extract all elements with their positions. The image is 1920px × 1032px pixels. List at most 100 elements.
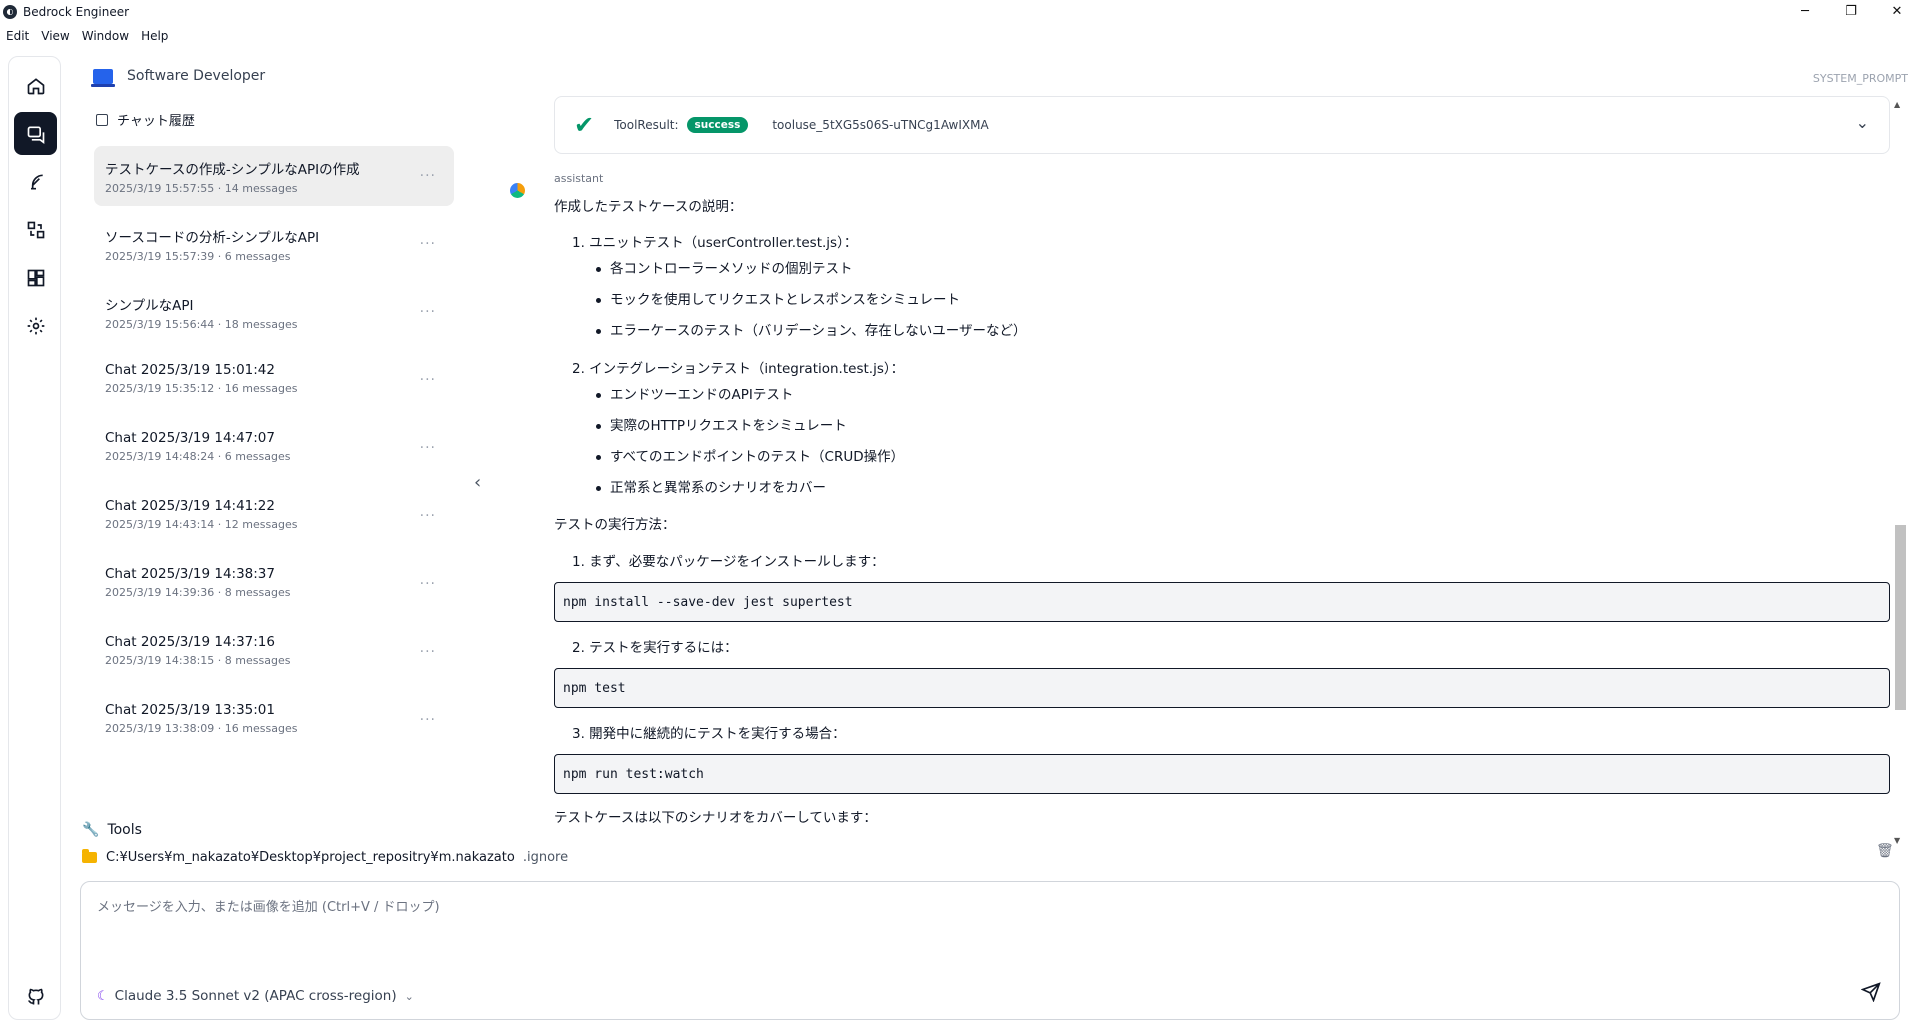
chat-history-item[interactable]: ソースコードの分析-シンプルなAPI 2025/3/19 15:57:39 · … (94, 214, 454, 282)
send-icon (1860, 982, 1881, 1003)
menu-edit[interactable]: Edit (6, 29, 29, 43)
menu-help[interactable]: Help (141, 29, 168, 43)
ordered-item: 2. テストを実行するには： (572, 640, 738, 656)
chat-title: シンプルなAPI (105, 298, 194, 314)
project-path[interactable]: C:¥Users¥m_nakazato¥Desktop¥project_repo… (82, 849, 568, 865)
code-block[interactable]: npm run test:watch (554, 754, 1890, 794)
status-badge: success (686, 117, 749, 133)
chat-history-item[interactable]: Chat 2025/3/19 14:37:16 2025/3/19 14:38:… (94, 622, 454, 690)
title-bar: ◐ Bedrock Engineer ─ ❐ ✕ (0, 0, 1920, 23)
chat-title: Chat 2025/3/19 14:47:07 (105, 430, 275, 446)
chevron-down-icon[interactable]: ⌄ (1856, 113, 1869, 132)
agent-header[interactable]: Software Developer (91, 68, 266, 87)
message-composer: ☾ Claude 3.5 Sonnet v2 (APAC cross-regio… (80, 881, 1900, 1020)
list-item: エラーケースのテスト（バリデーション、存在しないユーザーなど） (596, 316, 1890, 347)
wrench-icon: 🔧 (82, 822, 100, 838)
ordered-item: 2. インテグレーションテスト（integration.test.js）： (572, 361, 905, 377)
chat-meta: 2025/3/19 15:57:39 · 6 messages (105, 250, 291, 263)
menu-window[interactable]: Window (82, 29, 129, 43)
message-intro: 作成したテストケースの説明： (554, 199, 743, 215)
bullet-list: エンドツーエンドのAPIテスト 実際のHTTPリクエストをシミュレート すべての… (554, 380, 1890, 504)
tools-button[interactable]: 🔧 Tools (82, 822, 142, 838)
system-prompt-button[interactable]: SYSTEM_PROMPT (1813, 72, 1908, 85)
chat-meta: 2025/3/19 14:39:36 · 8 messages (105, 586, 291, 599)
scroll-down-arrow-icon[interactable]: ▼ (1894, 836, 1900, 845)
scroll-up-arrow-icon[interactable]: ▲ (1894, 100, 1900, 109)
diff-icon (27, 221, 44, 238)
nav-home-button[interactable] (14, 64, 57, 107)
close-button[interactable]: ✕ (1874, 0, 1920, 23)
nav-settings-button[interactable] (14, 304, 57, 347)
message-outro: テストケースは以下のシナリオをカバーしています： (554, 810, 877, 826)
more-options-icon[interactable]: ··· (420, 236, 436, 252)
nav-diff-button[interactable] (14, 208, 57, 251)
chat-history-item[interactable]: Chat 2025/3/19 15:01:42 2025/3/19 15:35:… (94, 350, 454, 418)
list-item: モックを使用してリクエストとレスポンスをシミュレート (596, 285, 1890, 316)
more-options-icon[interactable]: ··· (420, 576, 436, 592)
more-options-icon[interactable]: ··· (420, 372, 436, 388)
gear-icon (27, 317, 44, 334)
message-role: assistant (554, 172, 604, 185)
more-options-icon[interactable]: ··· (420, 644, 436, 660)
message-input[interactable] (97, 896, 1797, 956)
tool-result-card[interactable]: ✔ ToolResult: success tooluse_5tXG5s06S-… (554, 96, 1890, 154)
nav-dashboard-button[interactable] (14, 256, 57, 299)
nav-rail (8, 56, 61, 1020)
more-options-icon[interactable]: ··· (420, 440, 436, 456)
chevron-down-icon: ⌄ (404, 989, 414, 1003)
code-block[interactable]: npm install --save-dev jest supertest (554, 582, 1890, 622)
chat-scrollbar[interactable] (1893, 100, 1907, 842)
chat-history-item[interactable]: Chat 2025/3/19 14:41:22 2025/3/19 14:43:… (94, 486, 454, 554)
chat-meta: 2025/3/19 13:38:09 · 16 messages (105, 722, 298, 735)
tools-label: Tools (107, 822, 142, 838)
chat-title: Chat 2025/3/19 14:37:16 (105, 634, 275, 650)
chat-history-label: チャット履歴 (117, 114, 195, 129)
more-options-icon[interactable]: ··· (420, 304, 436, 320)
nav-feather-button[interactable] (14, 160, 57, 203)
tool-use-id: tooluse_5tXG5s06S-uTNCg1AwIXMA (772, 118, 989, 132)
dashboard-icon (27, 269, 44, 286)
send-button[interactable] (1860, 982, 1881, 1006)
ordered-item: 3. 開発中に継続的にテストを実行する場合： (572, 726, 846, 742)
more-options-icon[interactable]: ··· (420, 168, 436, 184)
chat-meta: 2025/3/19 15:35:12 · 16 messages (105, 382, 298, 395)
folder-icon (82, 849, 97, 863)
chat-history-item[interactable]: シンプルなAPI 2025/3/19 15:56:44 · 18 message… (94, 282, 454, 350)
ordered-item: 1. ユニットテスト（userController.test.js）： (572, 235, 858, 251)
chat-history-header: チャット履歴 (96, 110, 195, 129)
github-icon (27, 988, 44, 1004)
more-options-icon[interactable]: ··· (420, 712, 436, 728)
chat-title: Chat 2025/3/19 13:35:01 (105, 702, 275, 718)
code-block[interactable]: npm test (554, 668, 1890, 708)
nav-chat-button[interactable] (14, 112, 57, 155)
restore-button[interactable]: ❐ (1828, 0, 1874, 23)
menu-bar: Edit View Window Help (0, 23, 1920, 48)
agent-name: Software Developer (127, 68, 266, 84)
run-title: テストの実行方法： (554, 517, 676, 533)
ordered-item: 1. まず、必要なパッケージをインストールします： (572, 554, 885, 570)
menu-view[interactable]: View (41, 29, 69, 43)
chat-meta: 2025/3/19 14:43:14 · 12 messages (105, 518, 298, 531)
chat-meta: 2025/3/19 14:48:24 · 6 messages (105, 450, 291, 463)
collapse-sidebar-chevron-icon[interactable]: ‹ (474, 472, 481, 493)
list-item: すべてのエンドポイントのテスト（CRUD操作） (596, 442, 1890, 473)
chat-history-item[interactable]: Chat 2025/3/19 14:38:37 2025/3/19 14:39:… (94, 554, 454, 622)
trash-icon[interactable]: 🗑 (1876, 843, 1894, 859)
project-path-text: C:¥Users¥m_nakazato¥Desktop¥project_repo… (106, 850, 515, 865)
chat-title: ソースコードの分析-シンプルなAPI (105, 230, 320, 246)
scrollbar-thumb[interactable] (1895, 525, 1906, 710)
history-icon (96, 113, 108, 126)
minimize-button[interactable]: ─ (1782, 0, 1828, 23)
app-logo-icon: ◐ (3, 4, 17, 19)
chat-history-item[interactable]: Chat 2025/3/19 13:35:01 2025/3/19 13:38:… (94, 690, 454, 758)
chat-history-item[interactable]: テストケースの作成-シンプルなAPIの作成 2025/3/19 15:57:55… (94, 146, 454, 206)
claude-icon: ☾ (97, 988, 109, 1004)
chat-history-item[interactable]: Chat 2025/3/19 14:47:07 2025/3/19 14:48:… (94, 418, 454, 486)
github-button[interactable] (14, 975, 57, 1018)
more-options-icon[interactable]: ··· (420, 508, 436, 524)
ignore-button[interactable]: .ignore (523, 850, 568, 865)
model-selector[interactable]: ☾ Claude 3.5 Sonnet v2 (APAC cross-regio… (97, 988, 414, 1004)
chat-meta: 2025/3/19 15:56:44 · 18 messages (105, 318, 298, 331)
chat-title: テストケースの作成-シンプルなAPIの作成 (105, 162, 360, 178)
check-icon: ✔ (574, 111, 595, 139)
